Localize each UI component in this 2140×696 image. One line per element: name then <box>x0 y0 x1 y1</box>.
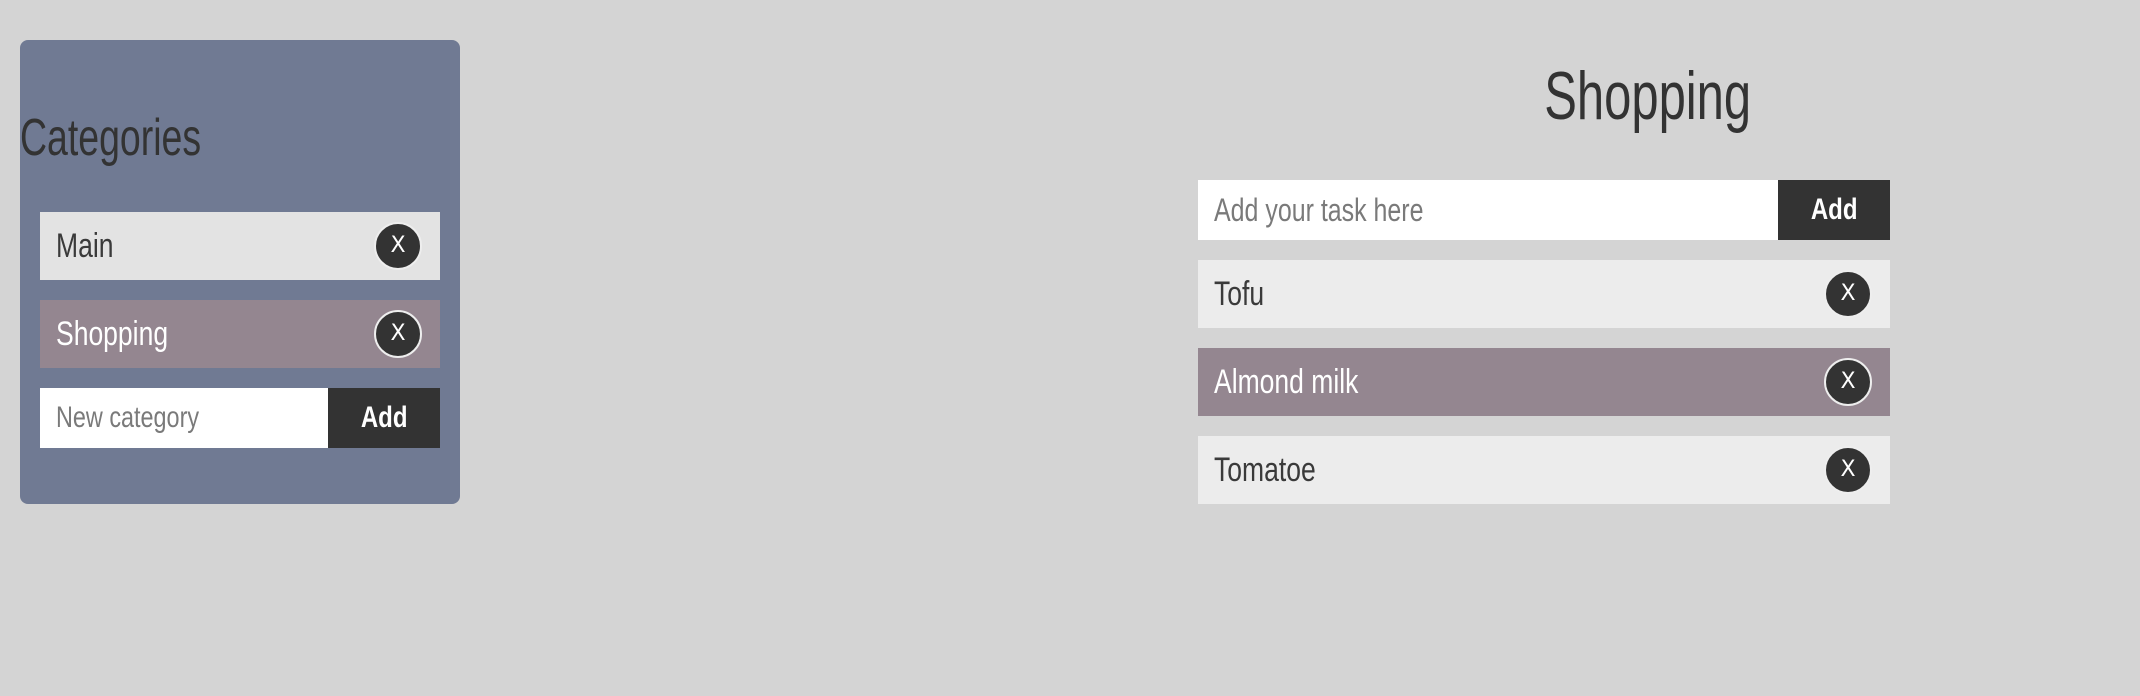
add-category-button[interactable]: Add <box>328 388 440 448</box>
delete-task-button[interactable]: X <box>1824 446 1872 494</box>
new-category-input[interactable] <box>40 388 328 448</box>
task-item-tomatoe[interactable]: Tomatoe X <box>1198 436 1890 504</box>
add-task-button[interactable]: Add <box>1778 180 1890 240</box>
delete-task-button[interactable]: X <box>1824 358 1872 406</box>
category-item-shopping[interactable]: Shopping X <box>40 300 440 368</box>
page-title-text: Shopping <box>1544 58 1752 134</box>
task-input[interactable] <box>1198 180 1778 240</box>
task-label: Tofu <box>1214 275 1265 313</box>
sidebar-title: Categories <box>20 109 202 167</box>
page-title: Shopping <box>1198 56 2098 136</box>
delete-category-button[interactable]: X <box>374 222 422 270</box>
category-label: Main <box>56 227 114 265</box>
category-label: Shopping <box>56 315 169 353</box>
task-label: Tomatoe <box>1214 451 1316 489</box>
task-item-tofu[interactable]: Tofu X <box>1198 260 1890 328</box>
add-category-label: Add <box>360 401 408 434</box>
task-label: Almond milk <box>1214 363 1359 401</box>
add-task-label: Add <box>1810 193 1858 226</box>
delete-category-button[interactable]: X <box>374 310 422 358</box>
task-item-almond-milk[interactable]: Almond milk X <box>1198 348 1890 416</box>
delete-task-button[interactable]: X <box>1824 270 1872 318</box>
category-item-main[interactable]: Main X <box>40 212 440 280</box>
